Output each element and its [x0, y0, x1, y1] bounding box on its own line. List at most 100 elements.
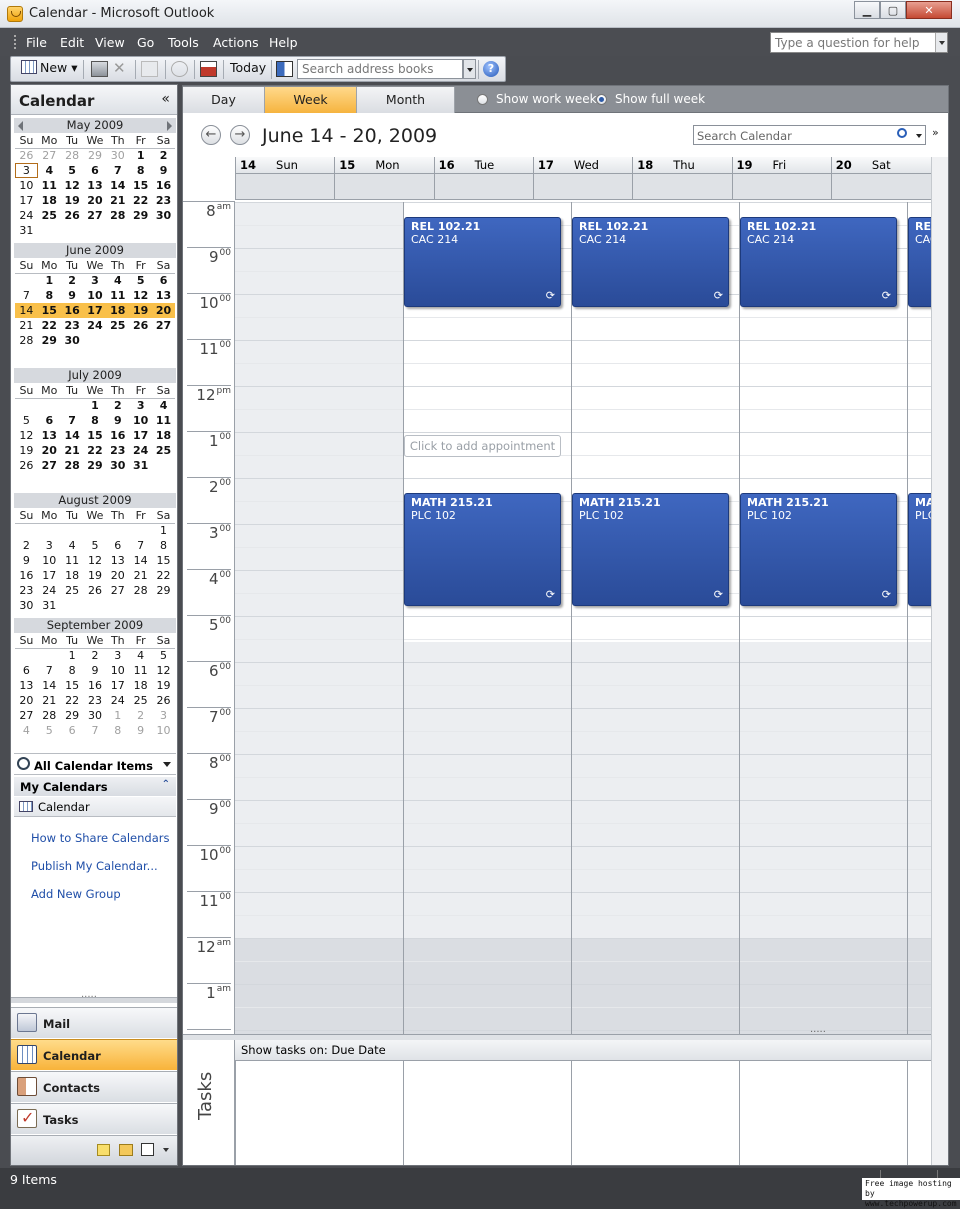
day-cell[interactable]: 13	[15, 678, 38, 693]
day-cell[interactable]: 4	[129, 648, 152, 663]
day-cell[interactable]: 28	[61, 458, 84, 473]
search-options-icon[interactable]	[916, 134, 922, 141]
day-cell[interactable]: 24	[38, 583, 61, 598]
day-cell[interactable]: 23	[15, 583, 38, 598]
configure-buttons-icon[interactable]	[163, 1148, 169, 1155]
today-button[interactable]: Today	[230, 60, 266, 79]
new-button[interactable]: New ▾	[21, 60, 78, 79]
day-cell[interactable]: 16	[84, 678, 107, 693]
day-cell[interactable]: 1	[152, 523, 175, 538]
tab-day[interactable]: Day	[183, 87, 265, 113]
day-cell[interactable]: 7	[15, 288, 38, 303]
day-cell[interactable]: 15	[152, 553, 175, 568]
link-share-calendars[interactable]: How to Share Calendars	[31, 831, 170, 845]
day-cell[interactable]: 25	[106, 318, 129, 333]
day-cell[interactable]: 27	[152, 318, 175, 333]
day-cell[interactable]: 21	[38, 693, 61, 708]
next-month-icon[interactable]	[167, 121, 172, 131]
day-cell[interactable]: 27	[106, 583, 129, 598]
time-slot-grid[interactable]: REL 102.21 CAC 214 ⟳ REL 102.21 CAC 214 ⟳ REL …	[235, 202, 931, 1034]
show-work-week-label[interactable]: Show work week	[496, 92, 597, 106]
day-cell[interactable]: 14	[129, 553, 152, 568]
day-cell[interactable]: 13	[106, 553, 129, 568]
appointment[interactable]: REL 102.21CAC 214 ⟳	[740, 217, 897, 307]
day-cell[interactable]: 8	[152, 538, 175, 553]
all-day-cell[interactable]	[532, 174, 634, 200]
appointment[interactable]: MATH 215.21PLC 102⟳	[908, 493, 931, 606]
calendar-list-item[interactable]: Calendar	[14, 797, 176, 817]
day-cell[interactable]: 17	[129, 428, 152, 443]
show-full-week-radio[interactable]	[596, 94, 607, 105]
day-cell[interactable]: 6	[15, 663, 38, 678]
task-column[interactable]	[235, 1061, 403, 1165]
show-tasks-on-dropdown[interactable]: Show tasks on: Due Date	[235, 1040, 931, 1061]
day-cell[interactable]: 25	[38, 208, 61, 223]
day-cell[interactable]: 18	[129, 678, 152, 693]
appointment[interactable]: MATH 215.21PLC 102⟳	[572, 493, 729, 606]
day-header[interactable]: 20 Sat	[830, 157, 931, 174]
day-cell[interactable]: 6	[106, 538, 129, 553]
day-cell[interactable]: 19	[84, 568, 107, 583]
day-cell[interactable]: 3	[106, 648, 129, 663]
day-cell[interactable]: 6	[152, 273, 175, 288]
day-cell[interactable]: 22	[152, 568, 175, 583]
day-header[interactable]: 18 Thu	[632, 157, 733, 174]
appointment[interactable]: REL 102.21CAC 214 ⟳	[404, 217, 561, 307]
day-cell[interactable]: 8	[106, 723, 129, 738]
day-cell[interactable]: 10	[152, 723, 175, 738]
day-cell[interactable]: 30	[61, 333, 84, 348]
day-cell[interactable]: 3	[84, 273, 107, 288]
day-cell[interactable]: 12	[129, 288, 152, 303]
day-cell[interactable]: 24	[106, 693, 129, 708]
menu-go[interactable]: Go	[137, 35, 154, 50]
day-cell[interactable]: 11	[106, 288, 129, 303]
close-button[interactable]: ✕	[906, 1, 952, 19]
day-cell[interactable]: 31	[38, 598, 61, 613]
day-header[interactable]: 19 Fri	[731, 157, 832, 174]
day-cell[interactable]: 19	[61, 193, 84, 208]
task-column[interactable]	[739, 1061, 907, 1165]
day-cell[interactable]: 29	[61, 708, 84, 723]
day-cell[interactable]: 26	[61, 208, 84, 223]
day-cell[interactable]: 24	[84, 318, 107, 333]
day-cell[interactable]: 6	[84, 163, 107, 178]
minimize-button[interactable]: ▁	[854, 1, 880, 19]
day-cell[interactable]: 26	[129, 318, 152, 333]
day-cell[interactable]: 25	[152, 443, 175, 458]
help-icon[interactable]: ?	[483, 61, 499, 77]
day-cell[interactable]: 9	[15, 553, 38, 568]
day-cell[interactable]: 23	[84, 693, 107, 708]
day-cell[interactable]: 29	[152, 583, 175, 598]
task-column[interactable]	[571, 1061, 739, 1165]
day-cell[interactable]: 3	[15, 163, 38, 178]
menu-tools[interactable]: Tools	[168, 35, 199, 50]
day-cell[interactable]: 2	[152, 148, 175, 163]
search-calendar-input[interactable]: Search Calendar	[693, 125, 926, 145]
all-day-cell[interactable]	[235, 174, 336, 200]
day-cell[interactable]: 3	[38, 538, 61, 553]
day-cell[interactable]: 15	[129, 178, 152, 193]
all-day-cell[interactable]	[632, 174, 733, 200]
day-header[interactable]: 15 Mon	[334, 157, 435, 174]
day-cell[interactable]: 9	[61, 288, 84, 303]
day-cell[interactable]: 14	[15, 303, 38, 318]
day-cell[interactable]: 26	[152, 693, 175, 708]
day-cell[interactable]: 22	[61, 693, 84, 708]
day-cell[interactable]: 28	[15, 333, 38, 348]
grid-view-icon[interactable]	[141, 61, 158, 77]
day-cell[interactable]: 8	[129, 163, 152, 178]
notes-icon[interactable]	[97, 1144, 110, 1156]
my-calendars-header[interactable]: My Calendars ⌃	[14, 777, 176, 796]
outlook-app-icon[interactable]	[7, 6, 23, 22]
day-cell[interactable]: 16	[15, 568, 38, 583]
day-cell[interactable]: 16	[152, 178, 175, 193]
collapse-up-icon[interactable]: ⌃	[162, 779, 170, 790]
day-cell[interactable]: 28	[38, 708, 61, 723]
day-cell[interactable]: 18	[61, 568, 84, 583]
day-cell[interactable]: 10	[106, 663, 129, 678]
day-cell[interactable]: 7	[84, 723, 107, 738]
day-cell[interactable]: 23	[106, 443, 129, 458]
day-cell[interactable]: 9	[152, 163, 175, 178]
menu-file[interactable]: File	[26, 35, 47, 50]
show-full-week-label[interactable]: Show full week	[615, 92, 705, 106]
